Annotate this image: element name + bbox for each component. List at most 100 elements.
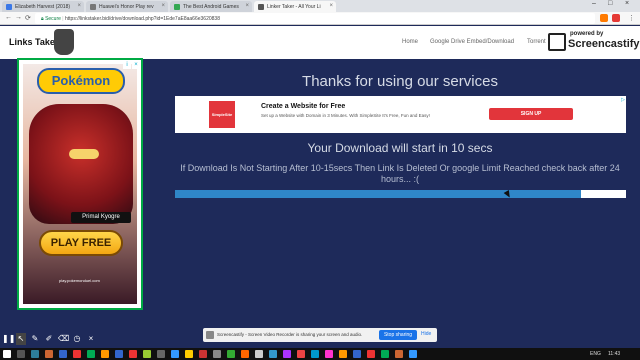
download-countdown: Your Download will start in 10 secs bbox=[307, 141, 493, 155]
tab-favicon-icon bbox=[90, 4, 96, 10]
ad-close-icon[interactable]: × bbox=[132, 61, 140, 69]
nav-google-drive[interactable]: Google Drive Embed/Download bbox=[430, 39, 514, 45]
nav-home[interactable]: Home bbox=[402, 39, 418, 45]
tab-label: Linker Taker - All Your Li bbox=[267, 4, 321, 10]
tab-close-icon[interactable]: × bbox=[329, 3, 333, 9]
app-icon[interactable] bbox=[241, 350, 249, 358]
eraser-tool-icon[interactable]: ⌫ bbox=[58, 333, 69, 345]
app-icon[interactable] bbox=[129, 350, 137, 358]
extension-icon[interactable] bbox=[600, 14, 608, 22]
app-icon[interactable] bbox=[73, 350, 81, 358]
app-icon[interactable] bbox=[381, 350, 389, 358]
pause-icon[interactable]: ❚❚ bbox=[2, 333, 15, 345]
browser-tab-4-active[interactable]: Linker Taker - All Your Li × bbox=[254, 1, 336, 12]
browser-tab-bar: Elizabeth Harvest (2018) × Huawei's Hono… bbox=[0, 0, 640, 12]
search-icon[interactable] bbox=[17, 350, 25, 358]
app-icon[interactable] bbox=[353, 350, 361, 358]
tab-label: Elizabeth Harvest (2018) bbox=[15, 4, 71, 10]
site-header: Links Taker Home Google Drive Embed/Down… bbox=[0, 26, 640, 59]
highlighter-tool-icon[interactable]: ✐ bbox=[44, 333, 54, 345]
screencastify-small-icon bbox=[206, 331, 214, 339]
tab-close-icon[interactable]: × bbox=[161, 3, 165, 9]
app-icon[interactable] bbox=[143, 350, 151, 358]
ad-subtitle: Primal Kyogre bbox=[71, 212, 131, 223]
cursor-tool-icon[interactable]: ↖ bbox=[16, 333, 26, 345]
close-toolbar-icon[interactable]: × bbox=[86, 333, 96, 345]
browser-tab-2[interactable]: Huawei's Honor Play rev × bbox=[86, 1, 168, 12]
language-indicator[interactable]: ENG bbox=[590, 351, 601, 357]
lock-icon: 🔒︎ bbox=[41, 16, 44, 22]
address-bar[interactable]: 🔒︎ Secure | https://linkstaker.bid/drive… bbox=[35, 13, 595, 24]
hide-button[interactable]: Hide bbox=[421, 331, 431, 337]
app-icon[interactable] bbox=[395, 350, 403, 358]
app-icon[interactable] bbox=[269, 350, 277, 358]
task-view-icon[interactable] bbox=[31, 350, 39, 358]
app-icon[interactable] bbox=[255, 350, 263, 358]
menu-icon[interactable]: ⋮ bbox=[628, 14, 635, 22]
app-icon[interactable] bbox=[213, 350, 221, 358]
minimize-icon[interactable]: – bbox=[592, 0, 596, 7]
url-text: https://linkstaker.bid/drive/download.ph… bbox=[65, 16, 220, 22]
maximize-icon[interactable]: □ bbox=[608, 0, 612, 7]
back-icon[interactable]: ← bbox=[5, 14, 12, 21]
browser-toolbar: ← → ⟳ 🔒︎ Secure | https://linkstaker.bid… bbox=[0, 12, 640, 25]
simplesite-logo: SimpleSite bbox=[209, 101, 235, 128]
primal-kyogre-image bbox=[29, 104, 133, 224]
adchoices-icon[interactable]: ▷ bbox=[621, 97, 625, 103]
app-icon[interactable] bbox=[297, 350, 305, 358]
browser-tab-3[interactable]: The Best Android Games × bbox=[170, 1, 252, 12]
nav-torrent[interactable]: Torrent bbox=[527, 39, 546, 45]
app-icon[interactable] bbox=[171, 350, 179, 358]
ad-info-icon[interactable]: i bbox=[123, 61, 131, 69]
app-icon[interactable] bbox=[87, 350, 95, 358]
tab-favicon-icon bbox=[258, 4, 264, 10]
app-icon[interactable] bbox=[283, 350, 291, 358]
stop-sharing-button[interactable]: Stop sharing bbox=[379, 330, 417, 340]
close-window-icon[interactable]: × bbox=[625, 0, 629, 7]
app-icon[interactable] bbox=[325, 350, 333, 358]
app-icon[interactable] bbox=[409, 350, 417, 358]
app-icon[interactable] bbox=[227, 350, 235, 358]
tab-favicon-icon bbox=[6, 4, 12, 10]
screen-sharing-bar: Screencastify - Screen Video Recorder is… bbox=[203, 328, 437, 342]
tab-label: The Best Android Games bbox=[183, 4, 239, 10]
pokemon-ad[interactable]: Pokémon Primal Kyogre PLAY FREE play.pok… bbox=[17, 58, 143, 310]
tab-close-icon[interactable]: × bbox=[77, 3, 81, 9]
simplesite-banner-ad[interactable]: SimpleSite Create a Website for Free Set… bbox=[175, 96, 626, 133]
site-logo[interactable]: Links Taker bbox=[9, 37, 58, 47]
start-icon[interactable] bbox=[3, 350, 11, 358]
tab-close-icon[interactable]: × bbox=[245, 3, 249, 9]
app-icon[interactable] bbox=[157, 350, 165, 358]
app-icon[interactable] bbox=[339, 350, 347, 358]
timer-icon[interactable]: ◷ bbox=[72, 333, 82, 345]
sign-up-button[interactable]: SIGN UP bbox=[489, 108, 573, 120]
screencastify-name: Screencastify bbox=[568, 38, 640, 50]
ad-artwork: Pokémon Primal Kyogre PLAY FREE play.pok… bbox=[23, 64, 137, 304]
screencastify-extension-icon[interactable] bbox=[612, 14, 620, 22]
tab-label: Huawei's Honor Play rev bbox=[99, 4, 154, 10]
reload-icon[interactable]: ⟳ bbox=[25, 14, 31, 22]
app-icon[interactable] bbox=[115, 350, 123, 358]
app-icon[interactable] bbox=[311, 350, 319, 358]
app-icon[interactable] bbox=[59, 350, 67, 358]
ad-url: play.pokemonduel.com bbox=[59, 278, 100, 283]
download-message: If Download Is Not Starting After 10-15s… bbox=[180, 163, 620, 184]
progress-fill bbox=[175, 190, 581, 198]
sharing-text: Screencastify - Screen Video Recorder is… bbox=[217, 332, 363, 337]
browser-tab-1[interactable]: Elizabeth Harvest (2018) × bbox=[2, 1, 84, 12]
logo-mascot-icon bbox=[54, 29, 74, 55]
app-icon[interactable] bbox=[45, 350, 53, 358]
download-progress-bar bbox=[175, 190, 626, 198]
banner-subtitle: Set up a Website with Domain in 3 Minute… bbox=[261, 113, 430, 118]
play-free-button[interactable]: PLAY FREE bbox=[39, 230, 123, 256]
windows-taskbar: ENG 11:43 bbox=[0, 348, 640, 360]
app-icon[interactable] bbox=[101, 350, 109, 358]
tab-favicon-icon bbox=[174, 4, 180, 10]
app-icon[interactable] bbox=[367, 350, 375, 358]
clock[interactable]: 11:43 bbox=[608, 351, 620, 357]
forward-icon[interactable]: → bbox=[15, 14, 22, 21]
pokemon-logo: Pokémon bbox=[37, 68, 125, 94]
chrome-icon[interactable] bbox=[185, 350, 193, 358]
app-icon[interactable] bbox=[199, 350, 207, 358]
pen-tool-icon[interactable]: ✎ bbox=[30, 333, 40, 345]
